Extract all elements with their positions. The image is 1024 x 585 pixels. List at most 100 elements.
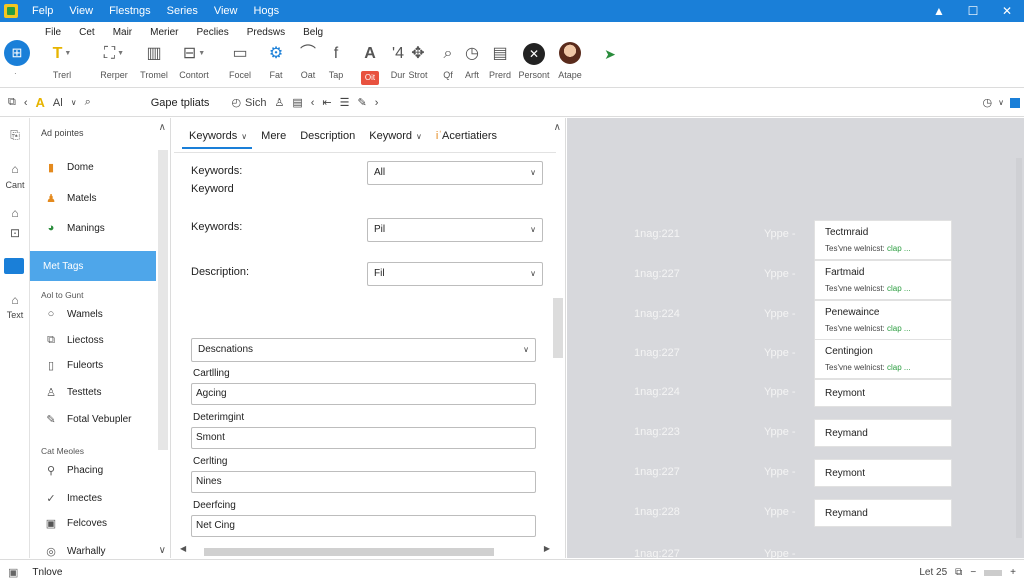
nav-item-phacing[interactable]: ⚲ Phacing <box>30 455 158 485</box>
ribbon-tab[interactable]: Peclies <box>187 26 237 40</box>
menu-item[interactable]: View <box>206 0 246 22</box>
wrench-icon[interactable]: ✎ <box>358 96 367 109</box>
cartlling-input[interactable]: Agcing <box>191 383 536 405</box>
preview-row-label: 1nag:224 <box>634 386 680 398</box>
collapse-icon[interactable]: ∧ <box>159 122 166 133</box>
preview-row-type: Yppe - <box>764 466 796 478</box>
copy-icon[interactable]: ⧉ <box>8 96 16 109</box>
nav-item-testtets[interactable]: ♙ Testtets <box>30 377 158 407</box>
bullets-icon[interactable]: ☰ <box>340 96 350 109</box>
tool-trerl[interactable]: T ▼ Trerl <box>40 42 84 86</box>
form-hscrollbar[interactable]: ◀ ▶ <box>178 544 556 556</box>
user-icon[interactable]: ♙ <box>274 96 284 109</box>
preview-card[interactable]: Centingion Tes'vne welnicst: clap ... <box>814 339 952 379</box>
nav-item-warhally[interactable]: ◎ Warhally <box>30 536 158 558</box>
close-button[interactable]: ✕ <box>990 0 1024 22</box>
maximize-button[interactable]: ☐ <box>956 0 990 22</box>
list-icon[interactable]: ▤ <box>292 96 302 109</box>
preview-card[interactable]: Tectmraid Tes'vne welnicst: clap ... <box>814 220 952 260</box>
tab-acertiatiers[interactable]: iˈAcertiatiers <box>429 130 504 142</box>
collapse-icon[interactable]: ∧ <box>554 122 561 133</box>
nav-item-manings[interactable]: ◕ Manings <box>30 213 158 243</box>
preview-scrollbar[interactable] <box>1016 158 1022 538</box>
ribbon-tab[interactable]: Belg <box>294 26 332 40</box>
nav-item-fotal-vebupler[interactable]: ✎ Fotal Vebupler <box>30 404 158 434</box>
nav-scrollbar[interactable] <box>158 150 168 450</box>
deterimgint-input[interactable]: Smont <box>191 427 536 449</box>
preview-card[interactable]: Penewaince Tes'vne welnicst: clap ... <box>814 300 952 340</box>
preview-card[interactable]: Fartmaid Tes'vne welnicst: clap ... <box>814 260 952 300</box>
home-button[interactable]: ⊞ <box>4 40 30 66</box>
clock-icon[interactable]: ◷ <box>983 96 993 109</box>
card-title: Reymont <box>825 388 866 399</box>
nav-item-fuleorts[interactable]: ▯ Fuleorts <box>30 350 158 380</box>
nav-item-matels[interactable]: ♟ Matels <box>30 183 158 213</box>
expand-icon[interactable]: ∨ <box>159 545 166 556</box>
preview-card[interactable]: Reymand <box>814 419 952 447</box>
building-icon[interactable]: ⌂ <box>0 206 30 220</box>
description-select[interactable]: Fil ∨ <box>367 262 543 286</box>
tab-description[interactable]: Description <box>293 130 362 142</box>
chevron-left-icon[interactable]: ‹ <box>24 97 28 109</box>
minimize-button[interactable]: ▲ <box>922 0 956 22</box>
menu-item[interactable]: Felp <box>24 0 61 22</box>
text-icon[interactable]: ⌂ <box>0 293 30 307</box>
font-selector[interactable]: Al <box>53 97 63 109</box>
menu-item[interactable]: Series <box>159 0 206 22</box>
zoom-in-icon[interactable]: + <box>1010 567 1016 578</box>
panel-toggle-icon[interactable] <box>1010 97 1020 108</box>
tool-tromel[interactable]: ▥ Tromel <box>132 42 176 86</box>
chevron-down-icon[interactable]: ∨ <box>998 98 1004 107</box>
view-icon[interactable]: ⧉ <box>955 567 962 578</box>
keywords2-select[interactable]: Pil ∨ <box>367 218 543 242</box>
scroll-right-icon[interactable]: ▶ <box>544 544 550 553</box>
ribbon-tab[interactable]: Mair <box>104 26 141 40</box>
zoom-slider[interactable] <box>984 569 1003 576</box>
chevron-down-icon[interactable]: ∨ <box>71 98 77 107</box>
tab-keyword[interactable]: Keyword ∨ <box>362 130 429 142</box>
ribbon-tab[interactable]: Predsws <box>238 26 294 40</box>
pages-icon[interactable]: ⎘ <box>0 128 30 143</box>
grid-icon[interactable]: ⊡ <box>0 226 30 240</box>
menu-item[interactable]: Hogs <box>245 0 287 22</box>
menu-item[interactable]: View <box>61 0 101 22</box>
preview-row-type: Yppe - <box>764 347 796 359</box>
preview-row-type: Yppe - <box>764 426 796 438</box>
scroll-thumb[interactable] <box>204 548 494 556</box>
tool-contort[interactable]: ⊟ ▼ Contort <box>172 42 216 86</box>
nav-item-dome[interactable]: ▮ Dome <box>30 152 158 182</box>
page-icon[interactable]: ▣ <box>8 566 18 579</box>
tool-rerper[interactable]: ⛶ ▼ Rerper <box>92 42 136 86</box>
sich-label[interactable]: Sich <box>245 97 266 109</box>
tool-atape[interactable]: Atape <box>548 42 592 86</box>
pen-icon: T ▼ <box>52 45 72 63</box>
scroll-left-icon[interactable]: ◀ <box>180 544 186 553</box>
preview-card[interactable]: Reymand <box>814 499 952 527</box>
active-panel-indicator[interactable] <box>4 258 24 274</box>
indent-icon[interactable]: ⇤ <box>322 96 331 109</box>
chevron-left-icon[interactable]: ‹ <box>311 97 315 109</box>
chevron-right-icon[interactable]: › <box>375 97 379 109</box>
ribbon-tab[interactable]: Cet <box>70 26 104 40</box>
form-scrollbar[interactable] <box>553 298 563 358</box>
descnations-select[interactable]: Descnations ∨ <box>191 338 536 362</box>
zoom-out-icon[interactable]: − <box>970 567 976 578</box>
cerlting-input[interactable]: Nines <box>191 471 536 493</box>
menu-item[interactable]: Flestngs <box>101 0 159 22</box>
tab-mere[interactable]: Mere <box>254 130 293 142</box>
ribbon-tab[interactable]: Merier <box>141 26 187 40</box>
tool-cursor[interactable]: ➤ <box>588 42 632 86</box>
home-icon[interactable]: ⌂ <box>0 162 30 176</box>
refresh-icon[interactable]: ◴ <box>231 96 241 109</box>
tab-keywords[interactable]: Keywords ∨ <box>182 130 254 142</box>
preview-row-type: Yppe - <box>764 308 796 320</box>
deerfcing-input[interactable]: Net Cing <box>191 515 536 537</box>
font-color-icon[interactable]: A <box>36 95 45 110</box>
keywords-select[interactable]: All ∨ <box>367 161 543 185</box>
preview-card[interactable]: Reymont <box>814 459 952 487</box>
ribbon-tab[interactable]: File <box>36 26 70 40</box>
nav-item-felcoves[interactable]: ▣ Felcoves <box>30 508 158 538</box>
nav-item-met-tags[interactable]: Met Tags <box>30 251 156 281</box>
preview-card[interactable]: Reymont <box>814 379 952 407</box>
search-icon[interactable]: ⌕ <box>85 96 91 109</box>
